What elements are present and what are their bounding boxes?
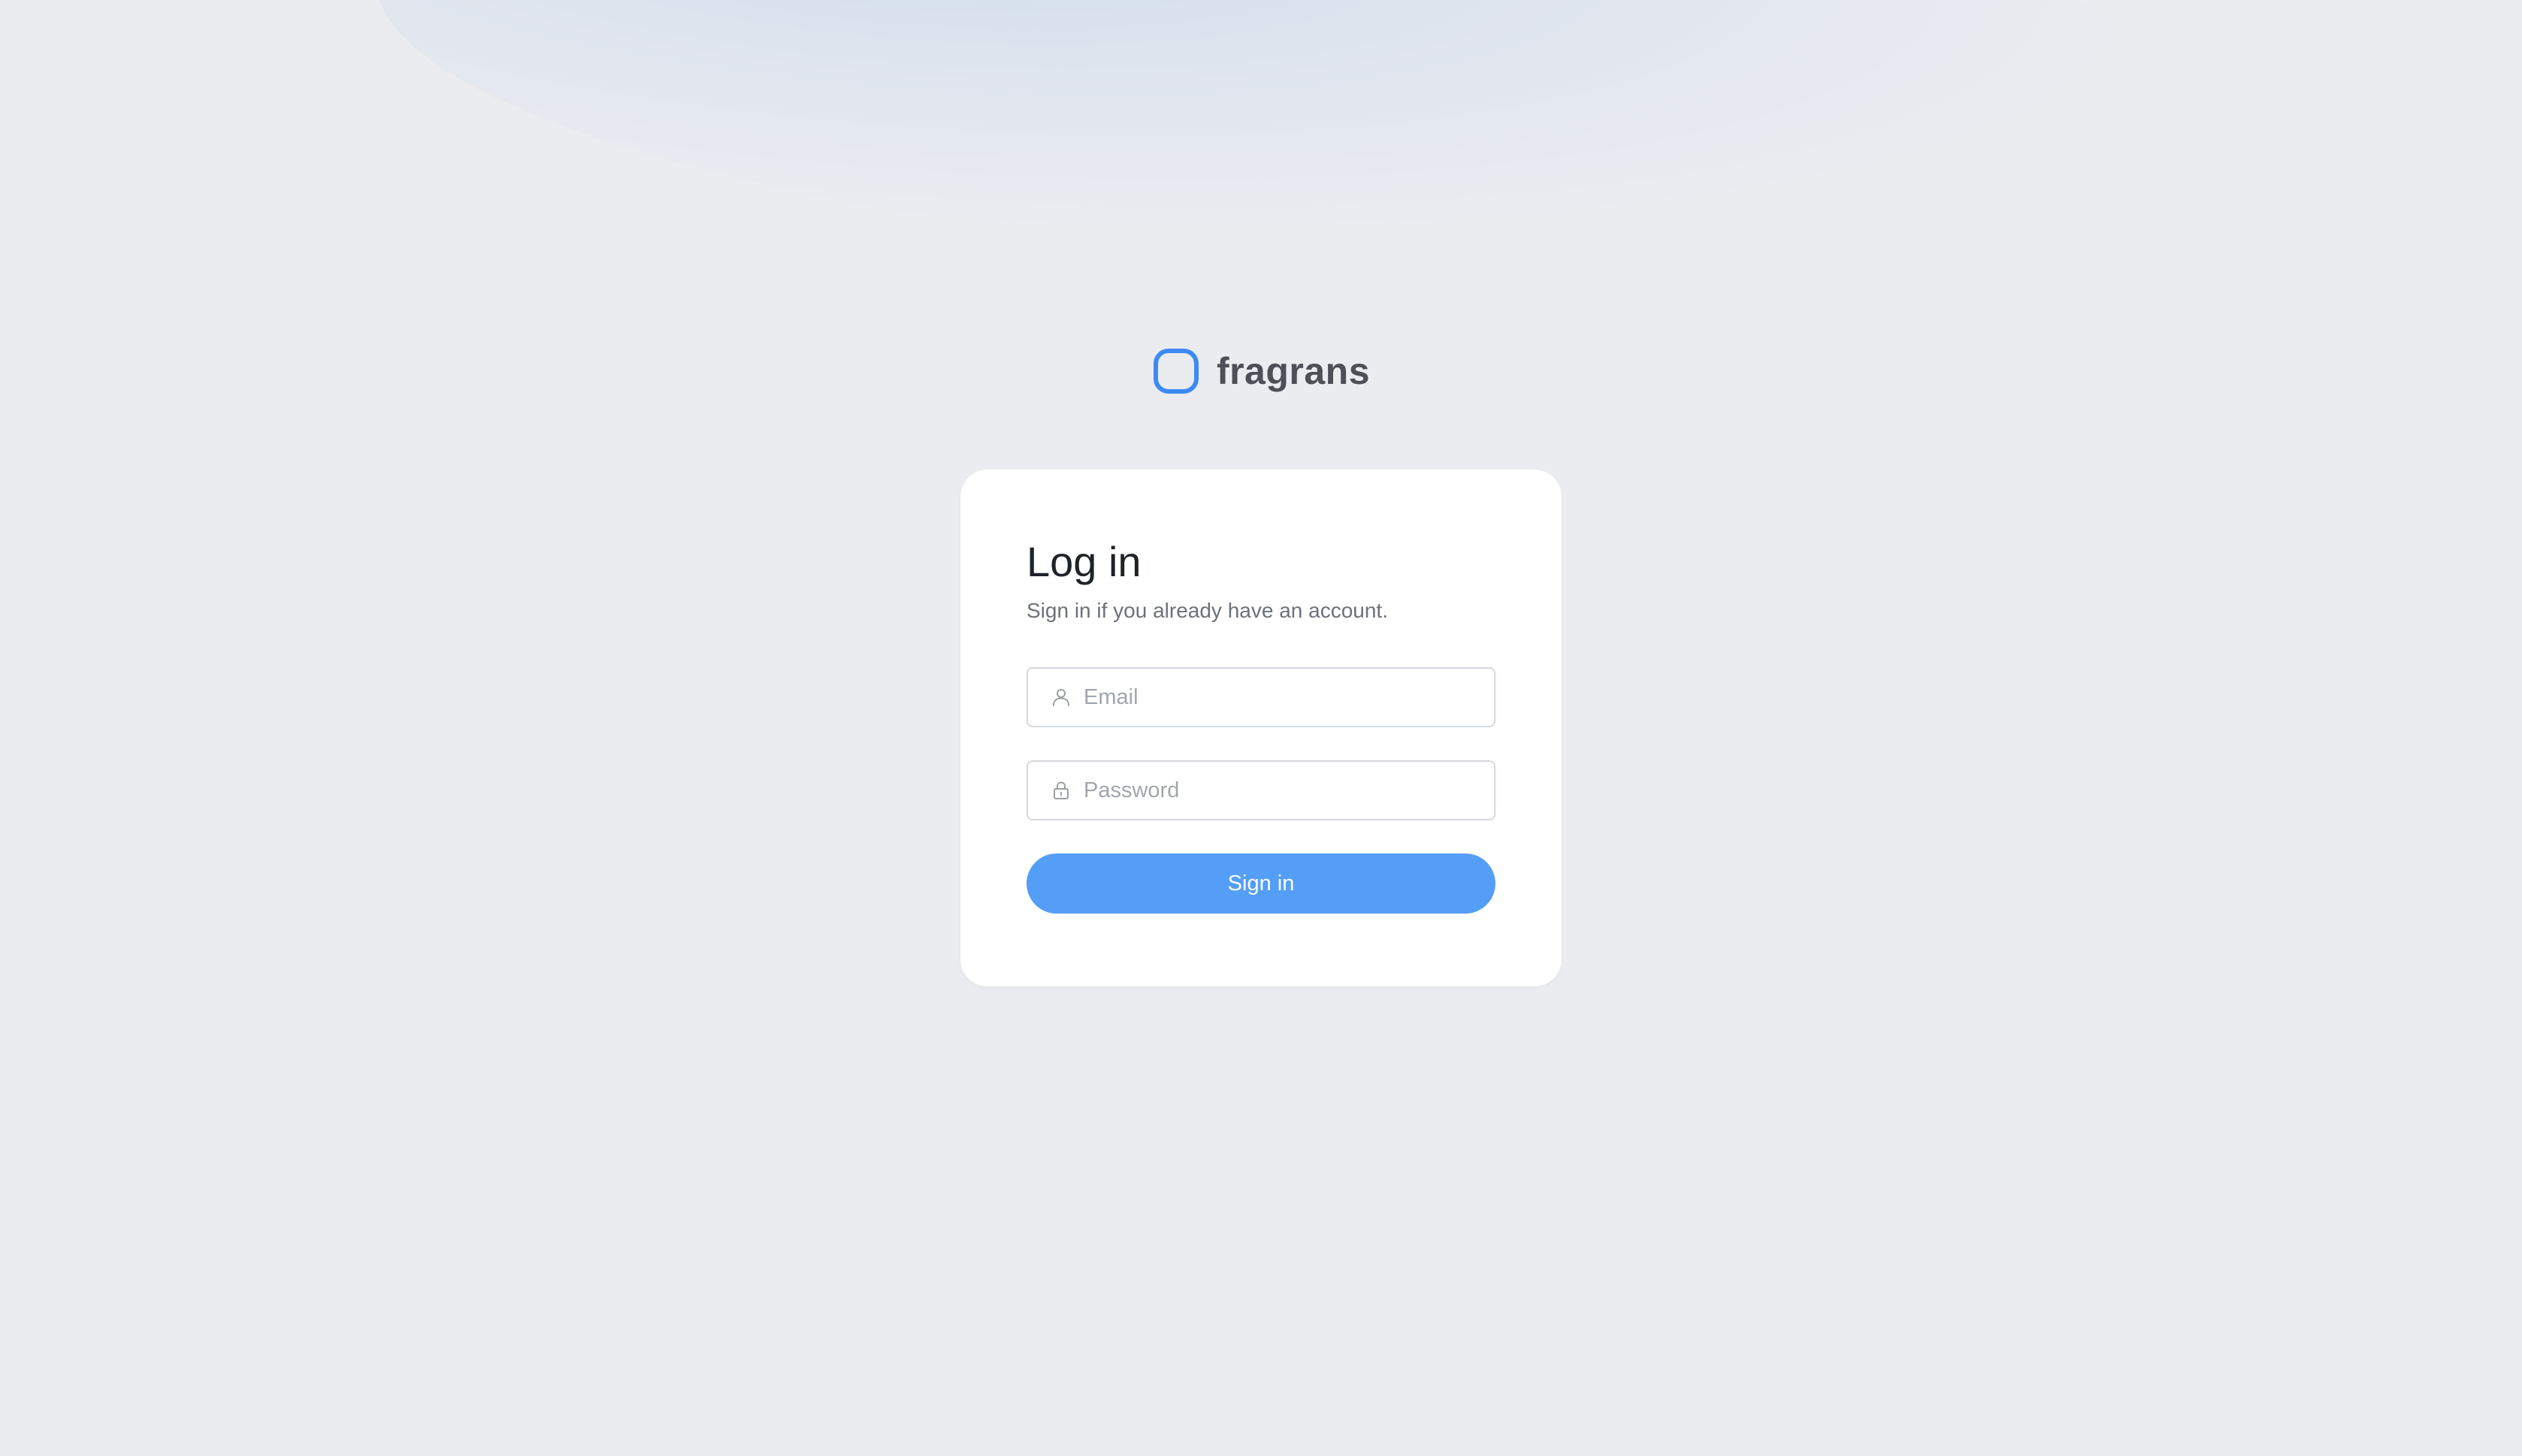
brand-name: fragrans: [1216, 350, 1371, 392]
rounded-square-logo-icon: [1153, 349, 1199, 394]
page-title: Log in: [1027, 538, 1142, 585]
login-card: Log in Sign in if you already have an ac…: [960, 470, 1562, 986]
email-field[interactable]: [1027, 667, 1495, 727]
email-input[interactable]: [1084, 684, 1474, 710]
lock-icon: [1054, 781, 1069, 799]
password-field[interactable]: [1027, 760, 1495, 820]
background-glow: [363, 0, 2192, 319]
user-icon: [1053, 689, 1069, 706]
page-subtitle: Sign in if you already have an account.: [1027, 599, 1388, 622]
brand-header: fragrans: [0, 347, 2522, 395]
sign-in-button[interactable]: Sign in: [1027, 853, 1495, 914]
password-input[interactable]: [1084, 778, 1474, 803]
